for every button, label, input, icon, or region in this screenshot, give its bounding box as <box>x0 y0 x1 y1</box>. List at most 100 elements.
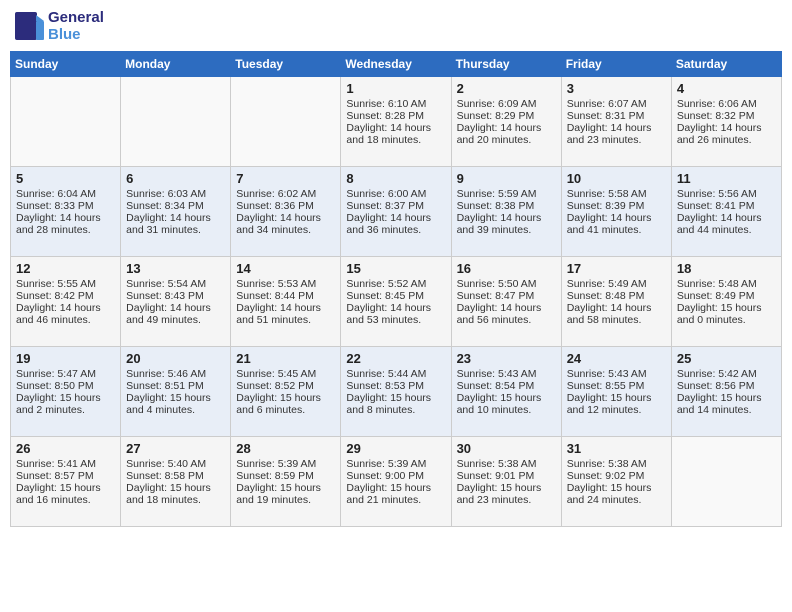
day-number: 26 <box>16 441 115 456</box>
day-info: Sunset: 8:47 PM <box>457 290 556 302</box>
day-info: Sunrise: 6:02 AM <box>236 188 335 200</box>
day-info: Sunrise: 5:44 AM <box>346 368 445 380</box>
day-info: Sunset: 8:42 PM <box>16 290 115 302</box>
day-info: Sunset: 9:02 PM <box>567 470 666 482</box>
day-info: Sunset: 8:54 PM <box>457 380 556 392</box>
day-info: Sunset: 8:49 PM <box>677 290 776 302</box>
day-number: 30 <box>457 441 556 456</box>
calendar-cell: 5Sunrise: 6:04 AMSunset: 8:33 PMDaylight… <box>11 167 121 257</box>
day-info: Sunset: 8:33 PM <box>16 200 115 212</box>
calendar-cell: 21Sunrise: 5:45 AMSunset: 8:52 PMDayligh… <box>231 347 341 437</box>
calendar-cell: 18Sunrise: 5:48 AMSunset: 8:49 PMDayligh… <box>671 257 781 347</box>
day-number: 3 <box>567 81 666 96</box>
day-number: 7 <box>236 171 335 186</box>
day-info: Daylight: 14 hours and 31 minutes. <box>126 212 225 236</box>
day-info: Sunrise: 5:58 AM <box>567 188 666 200</box>
day-number: 13 <box>126 261 225 276</box>
day-info: Daylight: 15 hours and 10 minutes. <box>457 392 556 416</box>
day-info: Sunset: 8:38 PM <box>457 200 556 212</box>
calendar-cell: 9Sunrise: 5:59 AMSunset: 8:38 PMDaylight… <box>451 167 561 257</box>
day-info: Daylight: 14 hours and 56 minutes. <box>457 302 556 326</box>
day-info: Sunrise: 5:43 AM <box>567 368 666 380</box>
calendar-cell: 14Sunrise: 5:53 AMSunset: 8:44 PMDayligh… <box>231 257 341 347</box>
day-info: Sunset: 8:58 PM <box>126 470 225 482</box>
day-number: 10 <box>567 171 666 186</box>
day-info: Sunrise: 5:52 AM <box>346 278 445 290</box>
calendar-cell: 3Sunrise: 6:07 AMSunset: 8:31 PMDaylight… <box>561 77 671 167</box>
calendar-week-1: 1Sunrise: 6:10 AMSunset: 8:28 PMDaylight… <box>11 77 782 167</box>
calendar-cell <box>11 77 121 167</box>
weekday-header-saturday: Saturday <box>671 52 781 77</box>
calendar-week-3: 12Sunrise: 5:55 AMSunset: 8:42 PMDayligh… <box>11 257 782 347</box>
day-number: 24 <box>567 351 666 366</box>
calendar-cell: 27 Sunrise: 5:40 AMSunset: 8:58 PMDayligh… <box>121 437 231 527</box>
day-info: Sunrise: 5:53 AM <box>236 278 335 290</box>
day-info: Sunrise: 6:03 AM <box>126 188 225 200</box>
day-number: 27 <box>126 441 225 456</box>
day-info: Sunrise: 5:38 AM <box>567 458 666 470</box>
day-info: Sunset: 8:59 PM <box>236 470 335 482</box>
day-info: Sunset: 8:29 PM <box>457 110 556 122</box>
day-info: Sunset: 8:53 PM <box>346 380 445 392</box>
day-info: Sunrise: 5:38 AM <box>457 458 556 470</box>
day-info: Daylight: 14 hours and 58 minutes. <box>567 302 666 326</box>
day-info: Sunset: 8:34 PM <box>126 200 225 212</box>
day-info: Daylight: 14 hours and 34 minutes. <box>236 212 335 236</box>
day-info: Daylight: 14 hours and 53 minutes. <box>346 302 445 326</box>
calendar-cell: 30Sunrise: 5:38 AMSunset: 9:01 PMDayligh… <box>451 437 561 527</box>
calendar-cell <box>231 77 341 167</box>
day-number: 6 <box>126 171 225 186</box>
day-info: Sunset: 8:43 PM <box>126 290 225 302</box>
day-info: Daylight: 15 hours and 2 minutes. <box>16 392 115 416</box>
day-info: Sunset: 8:45 PM <box>346 290 445 302</box>
day-info: Sunset: 8:51 PM <box>126 380 225 392</box>
day-number: 18 <box>677 261 776 276</box>
day-info: Sunrise: 5:49 AM <box>567 278 666 290</box>
day-info: Sunset: 8:55 PM <box>567 380 666 392</box>
day-number: 29 <box>346 441 445 456</box>
day-info: Daylight: 14 hours and 51 minutes. <box>236 302 335 326</box>
calendar-cell: 25Sunrise: 5:42 AMSunset: 8:56 PMDayligh… <box>671 347 781 437</box>
day-info: Sunset: 8:37 PM <box>346 200 445 212</box>
day-number: 11 <box>677 171 776 186</box>
day-info: Daylight: 15 hours and 18 minutes. <box>126 482 225 506</box>
day-info: Sunrise: 5:39 AM <box>346 458 445 470</box>
weekday-header-sunday: Sunday <box>11 52 121 77</box>
day-info: Sunrise: 6:04 AM <box>16 188 115 200</box>
day-info: Sunset: 8:56 PM <box>677 380 776 392</box>
logo-text-blue: Blue <box>48 27 104 44</box>
day-info: Sunrise: 5:50 AM <box>457 278 556 290</box>
logo-text-general: General <box>48 10 104 27</box>
calendar-week-5: 26Sunrise: 5:41 AMSunset: 8:57 PMDayligh… <box>11 437 782 527</box>
day-info: Sunrise: 6:09 AM <box>457 98 556 110</box>
day-number: 12 <box>16 261 115 276</box>
day-info: Daylight: 15 hours and 16 minutes. <box>16 482 115 506</box>
day-info: Sunset: 8:48 PM <box>567 290 666 302</box>
calendar-cell: 29Sunrise: 5:39 AMSunset: 9:00 PMDayligh… <box>341 437 451 527</box>
calendar-cell: 20Sunrise: 5:46 AMSunset: 8:51 PMDayligh… <box>121 347 231 437</box>
day-info: Sunrise: 5:39 AM <box>236 458 335 470</box>
day-info: Daylight: 14 hours and 23 minutes. <box>567 122 666 146</box>
day-info: Daylight: 14 hours and 44 minutes. <box>677 212 776 236</box>
day-number: 25 <box>677 351 776 366</box>
page-header: General Blue <box>10 10 782 43</box>
calendar-cell: 23 Sunrise: 5:43 AMSunset: 8:54 PMDayligh… <box>451 347 561 437</box>
calendar-cell: 15Sunrise: 5:52 AMSunset: 8:45 PMDayligh… <box>341 257 451 347</box>
calendar-cell: 11Sunrise: 5:56 AMSunset: 8:41 PMDayligh… <box>671 167 781 257</box>
calendar-table: SundayMondayTuesdayWednesdayThursdayFrid… <box>10 51 782 527</box>
day-info: Sunset: 8:52 PM <box>236 380 335 392</box>
day-info: Sunrise: 5:40 AM <box>126 458 225 470</box>
calendar-cell: 16Sunrise: 5:50 AMSunset: 8:47 PMDayligh… <box>451 257 561 347</box>
calendar-cell: 1Sunrise: 6:10 AMSunset: 8:28 PMDaylight… <box>341 77 451 167</box>
day-info: Sunrise: 5:41 AM <box>16 458 115 470</box>
day-info: Daylight: 14 hours and 39 minutes. <box>457 212 556 236</box>
day-info: Sunrise: 5:46 AM <box>126 368 225 380</box>
weekday-header-friday: Friday <box>561 52 671 77</box>
day-number: 21 <box>236 351 335 366</box>
day-number: 19 <box>16 351 115 366</box>
calendar-cell: 2Sunrise: 6:09 AMSunset: 8:29 PMDaylight… <box>451 77 561 167</box>
day-number: 23 <box>457 351 556 366</box>
day-info: Sunrise: 5:56 AM <box>677 188 776 200</box>
day-info: Sunrise: 5:43 AM <box>457 368 556 380</box>
day-number: 5 <box>16 171 115 186</box>
